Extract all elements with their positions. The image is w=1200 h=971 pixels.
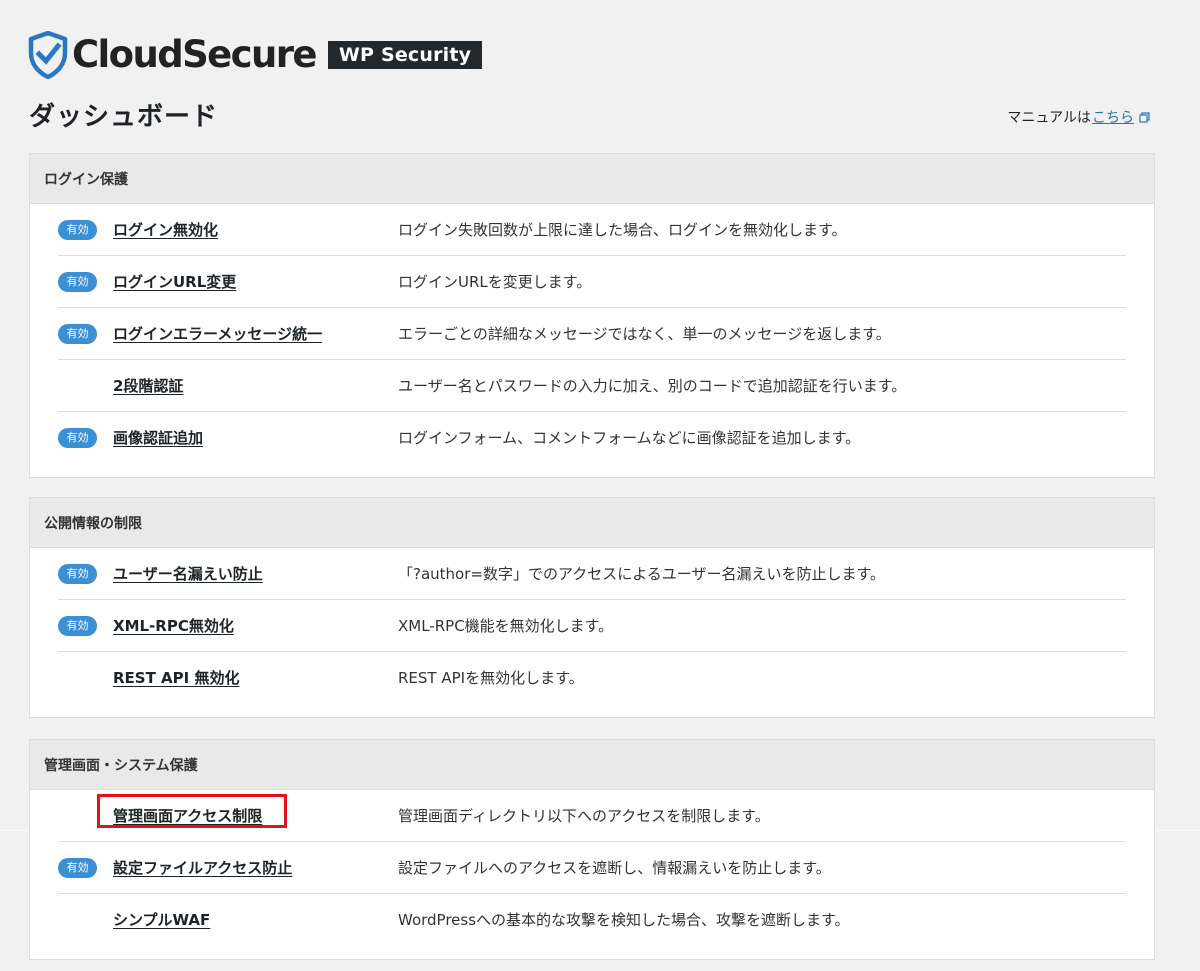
brand-logo: CloudSecure WP Security xyxy=(28,30,483,80)
manual-link[interactable]: こちら xyxy=(1092,107,1134,127)
feature-link[interactable]: ログイン無効化 xyxy=(113,219,398,240)
feature-row: REST API 無効化 REST APIを無効化します。 xyxy=(58,652,1126,703)
feature-link[interactable]: XML-RPC無効化 xyxy=(113,615,398,636)
section-login-protection: ログイン保護 有効 ログイン無効化 ログイン失敗回数が上限に達した場合、ログイン… xyxy=(29,153,1155,478)
section-title: 公開情報の制限 xyxy=(30,498,1154,548)
section-admin-system-protection: 管理画面・システム保護 管理画面アクセス制限 管理画面ディレクトリ以下へのアクセ… xyxy=(29,739,1155,960)
feature-description: WordPressへの基本的な攻撃を検知した場合、攻撃を遮断します。 xyxy=(398,911,850,929)
feature-row: 管理画面アクセス制限 管理画面ディレクトリ以下へのアクセスを制限します。 xyxy=(58,790,1126,842)
enabled-badge: 有効 xyxy=(58,271,97,292)
feature-link[interactable]: ログインURL変更 xyxy=(113,271,398,292)
external-link-icon xyxy=(1139,111,1150,123)
section-title: ログイン保護 xyxy=(30,154,1154,204)
feature-description: 設定ファイルへのアクセスを遮断し、情報漏えいを防止します。 xyxy=(398,859,831,877)
manual-link-area: マニュアルは こちら xyxy=(1007,107,1150,127)
section-public-info-restriction: 公開情報の制限 有効 ユーザー名漏えい防止 「?author=数字」でのアクセス… xyxy=(29,497,1155,718)
feature-link[interactable]: 画像認証追加 xyxy=(113,427,398,448)
feature-link[interactable]: REST API 無効化 xyxy=(113,667,398,688)
feature-link[interactable]: 2段階認証 xyxy=(113,375,398,396)
manual-prefix: マニュアルは xyxy=(1007,110,1091,126)
feature-row: 有効 XML-RPC無効化 XML-RPC機能を無効化します。 xyxy=(58,600,1126,652)
enabled-badge: 有効 xyxy=(58,427,97,448)
feature-row: 有効 画像認証追加 ログインフォーム、コメントフォームなどに画像認証を追加します… xyxy=(58,412,1126,463)
feature-link[interactable]: 設定ファイルアクセス防止 xyxy=(113,857,398,878)
feature-description: 「?author=数字」でのアクセスによるユーザー名漏えいを防止します。 xyxy=(398,565,885,583)
feature-description: XML-RPC機能を無効化します。 xyxy=(398,617,614,635)
enabled-badge: 有効 xyxy=(58,323,97,344)
feature-description: ログインフォーム、コメントフォームなどに画像認証を追加します。 xyxy=(398,429,861,447)
feature-row: 2段階認証 ユーザー名とパスワードの入力に加え、別のコードで追加認証を行います。 xyxy=(58,360,1126,412)
shield-check-icon xyxy=(28,31,68,79)
feature-description: 管理画面ディレクトリ以下へのアクセスを制限します。 xyxy=(398,807,770,825)
enabled-badge: 有効 xyxy=(58,615,97,636)
enabled-badge: 有効 xyxy=(58,857,97,878)
section-title: 管理画面・システム保護 xyxy=(30,740,1154,790)
product-badge: WP Security xyxy=(327,41,483,69)
enabled-badge: 有効 xyxy=(58,219,97,240)
brand-name: CloudSecure xyxy=(72,33,317,76)
feature-link[interactable]: シンプルWAF xyxy=(113,909,398,930)
feature-row: 有効 設定ファイルアクセス防止 設定ファイルへのアクセスを遮断し、情報漏えいを防… xyxy=(58,842,1126,894)
feature-link[interactable]: ユーザー名漏えい防止 xyxy=(113,563,398,584)
feature-link[interactable]: 管理画面アクセス制限 xyxy=(97,794,398,828)
enabled-badge: 有効 xyxy=(58,563,97,584)
feature-row: 有効 ログインURL変更 ログインURLを変更します。 xyxy=(58,256,1126,308)
feature-description: REST APIを無効化します。 xyxy=(398,669,584,687)
page-title: ダッシュボード xyxy=(29,102,219,132)
feature-row: 有効 ログイン無効化 ログイン失敗回数が上限に達した場合、ログインを無効化します… xyxy=(58,204,1126,256)
feature-row: シンプルWAF WordPressへの基本的な攻撃を検知した場合、攻撃を遮断しま… xyxy=(58,894,1126,945)
feature-description: エラーごとの詳細なメッセージではなく、単一のメッセージを返します。 xyxy=(398,325,891,343)
feature-description: ログインURLを変更します。 xyxy=(398,273,592,291)
feature-row: 有効 ユーザー名漏えい防止 「?author=数字」でのアクセスによるユーザー名… xyxy=(58,548,1126,600)
feature-description: ユーザー名とパスワードの入力に加え、別のコードで追加認証を行います。 xyxy=(398,377,907,395)
feature-description: ログイン失敗回数が上限に達した場合、ログインを無効化します。 xyxy=(398,221,847,239)
feature-row: 有効 ログインエラーメッセージ統一 エラーごとの詳細なメッセージではなく、単一の… xyxy=(58,308,1126,360)
feature-link[interactable]: ログインエラーメッセージ統一 xyxy=(113,323,398,344)
dashboard-page: CloudSecure WP Security ダッシュボード マニュアルは こ… xyxy=(0,0,1200,971)
